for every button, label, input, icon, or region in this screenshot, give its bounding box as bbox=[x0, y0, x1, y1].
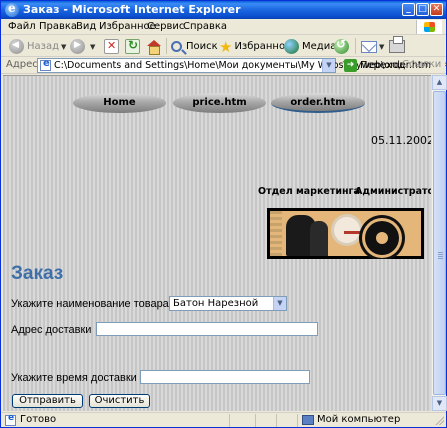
links-label: Ссылки bbox=[402, 59, 442, 70]
address-dropdown-button[interactable]: ▼ bbox=[322, 59, 335, 72]
gear-icon bbox=[365, 221, 399, 255]
delivery-time-field[interactable] bbox=[140, 370, 310, 384]
links-button[interactable]: Ссылки» bbox=[402, 59, 447, 70]
date-text: 05.11.2002 bbox=[371, 134, 431, 147]
print-button[interactable] bbox=[389, 36, 405, 55]
back-label: Назад bbox=[27, 41, 60, 52]
menu-edit[interactable]: Правка bbox=[39, 21, 77, 32]
scrollbar-thumb[interactable] bbox=[433, 91, 446, 395]
mail-icon bbox=[361, 40, 377, 53]
page-icon bbox=[5, 413, 16, 426]
computer-icon bbox=[302, 415, 314, 425]
forward-button[interactable]: ▼ bbox=[70, 38, 95, 55]
toolbar-separator bbox=[166, 38, 167, 54]
maximize-button[interactable]: □ bbox=[416, 3, 429, 16]
status-text: Готово bbox=[20, 414, 57, 425]
menu-help[interactable]: Справка bbox=[183, 21, 227, 32]
home-icon bbox=[146, 39, 161, 55]
chevron-down-icon: ▼ bbox=[90, 42, 96, 51]
status-pane bbox=[297, 414, 298, 427]
reset-button[interactable]: Очистить bbox=[89, 394, 150, 408]
submit-button[interactable]: Отправить bbox=[12, 394, 83, 408]
stop-icon bbox=[104, 39, 119, 54]
search-button[interactable]: Поиск bbox=[171, 38, 218, 55]
delivery-address-field[interactable] bbox=[96, 322, 318, 336]
chevron-down-icon: ▼ bbox=[61, 42, 67, 51]
printer-icon bbox=[389, 36, 405, 53]
status-pane bbox=[255, 414, 256, 427]
favorites-button[interactable]: ★ Избранное bbox=[219, 37, 292, 56]
back-button[interactable]: Назад ▼ bbox=[9, 38, 66, 55]
history-button[interactable] bbox=[334, 37, 349, 55]
banner-background bbox=[270, 211, 421, 256]
address-field-label: Адрес доставки bbox=[11, 324, 92, 336]
vertical-scrollbar[interactable]: ▲ ▼ bbox=[431, 75, 447, 411]
search-label: Поиск bbox=[186, 41, 218, 52]
stop-button[interactable] bbox=[104, 38, 119, 55]
window-title: Заказ - Microsoft Internet Explorer bbox=[23, 3, 241, 16]
chevron-down-icon: ▼ bbox=[379, 42, 385, 51]
media-icon bbox=[284, 39, 299, 54]
page-content: Home price.htm order.htm 05.11.2002 Отде… bbox=[3, 75, 431, 411]
address-bar: Адрес: C:\Documents and Settings\Home\Мо… bbox=[1, 57, 447, 74]
toolbar-separator bbox=[355, 38, 356, 54]
status-pane bbox=[229, 414, 230, 427]
menu-tools[interactable]: Сервис bbox=[147, 21, 184, 32]
product-label: Укажите наименование товара bbox=[11, 298, 169, 310]
home-button[interactable] bbox=[146, 38, 161, 55]
menu-bar: Файл Правка Вид Избранное Сервис Справка bbox=[1, 19, 446, 35]
internet-explorer-icon bbox=[5, 1, 19, 17]
link-marketing[interactable]: Отдел маркетинга bbox=[258, 186, 360, 197]
star-icon: ★ bbox=[219, 37, 233, 56]
person-silhouette bbox=[310, 221, 328, 256]
toolbar: Назад ▼ ▼ Поиск ★ Избранное Медиа bbox=[1, 35, 446, 57]
nav-button-price[interactable]: price.htm bbox=[173, 93, 266, 113]
refresh-button[interactable] bbox=[125, 38, 140, 55]
time-field-label: Укажите время доставки bbox=[11, 372, 137, 384]
back-arrow-icon bbox=[9, 39, 24, 54]
link-admin[interactable]: Администратор bbox=[355, 186, 431, 197]
go-label: Переход bbox=[360, 60, 406, 71]
browser-window: Заказ - Microsoft Internet Explorer _ □ … bbox=[0, 0, 447, 428]
forward-arrow-icon bbox=[70, 39, 85, 54]
banner-image bbox=[267, 208, 424, 259]
mail-button[interactable]: ▼ bbox=[361, 38, 384, 55]
security-zone-text: Мой компьютер bbox=[317, 414, 401, 425]
banner-wall bbox=[270, 211, 282, 256]
search-icon bbox=[171, 41, 182, 52]
scroll-up-button[interactable]: ▲ bbox=[432, 75, 447, 90]
address-label: Адрес: bbox=[6, 59, 42, 70]
scroll-down-button[interactable]: ▼ bbox=[432, 396, 447, 411]
media-button[interactable]: Медиа bbox=[284, 38, 336, 55]
menu-view[interactable]: Вид bbox=[76, 21, 96, 32]
nav-button-home[interactable]: Home bbox=[73, 93, 166, 113]
windows-logo-icon bbox=[416, 20, 442, 34]
close-button[interactable]: ✕ bbox=[430, 3, 443, 16]
status-bar: Готово Мой компьютер bbox=[1, 412, 446, 427]
media-label: Медиа bbox=[302, 41, 337, 52]
page-icon bbox=[40, 58, 51, 71]
title-bar: Заказ - Microsoft Internet Explorer _ □ … bbox=[1, 1, 446, 19]
gear-icon bbox=[334, 217, 360, 243]
banner-accent bbox=[344, 231, 362, 234]
menu-file[interactable]: Файл bbox=[8, 21, 36, 32]
history-icon bbox=[334, 37, 349, 54]
nav-button-order[interactable]: order.htm bbox=[271, 93, 365, 113]
go-button[interactable]: ➜ Переход bbox=[344, 59, 405, 72]
favorites-label: Избранное bbox=[234, 41, 292, 52]
grip-icon bbox=[438, 252, 443, 253]
address-input[interactable]: C:\Documents and Settings\Home\Мои докум… bbox=[37, 58, 431, 73]
resize-grip-icon[interactable] bbox=[435, 416, 444, 425]
status-pane bbox=[276, 414, 277, 427]
refresh-icon bbox=[125, 38, 140, 54]
go-arrow-icon: ➜ bbox=[344, 59, 357, 72]
product-select[interactable]: Батон Нарезной ▼ bbox=[169, 296, 287, 311]
page-title: Заказ bbox=[11, 263, 64, 284]
chevron-down-icon[interactable]: ▼ bbox=[273, 297, 286, 310]
minimize-button[interactable]: _ bbox=[402, 3, 415, 16]
product-select-value: Батон Нарезной bbox=[173, 298, 259, 309]
